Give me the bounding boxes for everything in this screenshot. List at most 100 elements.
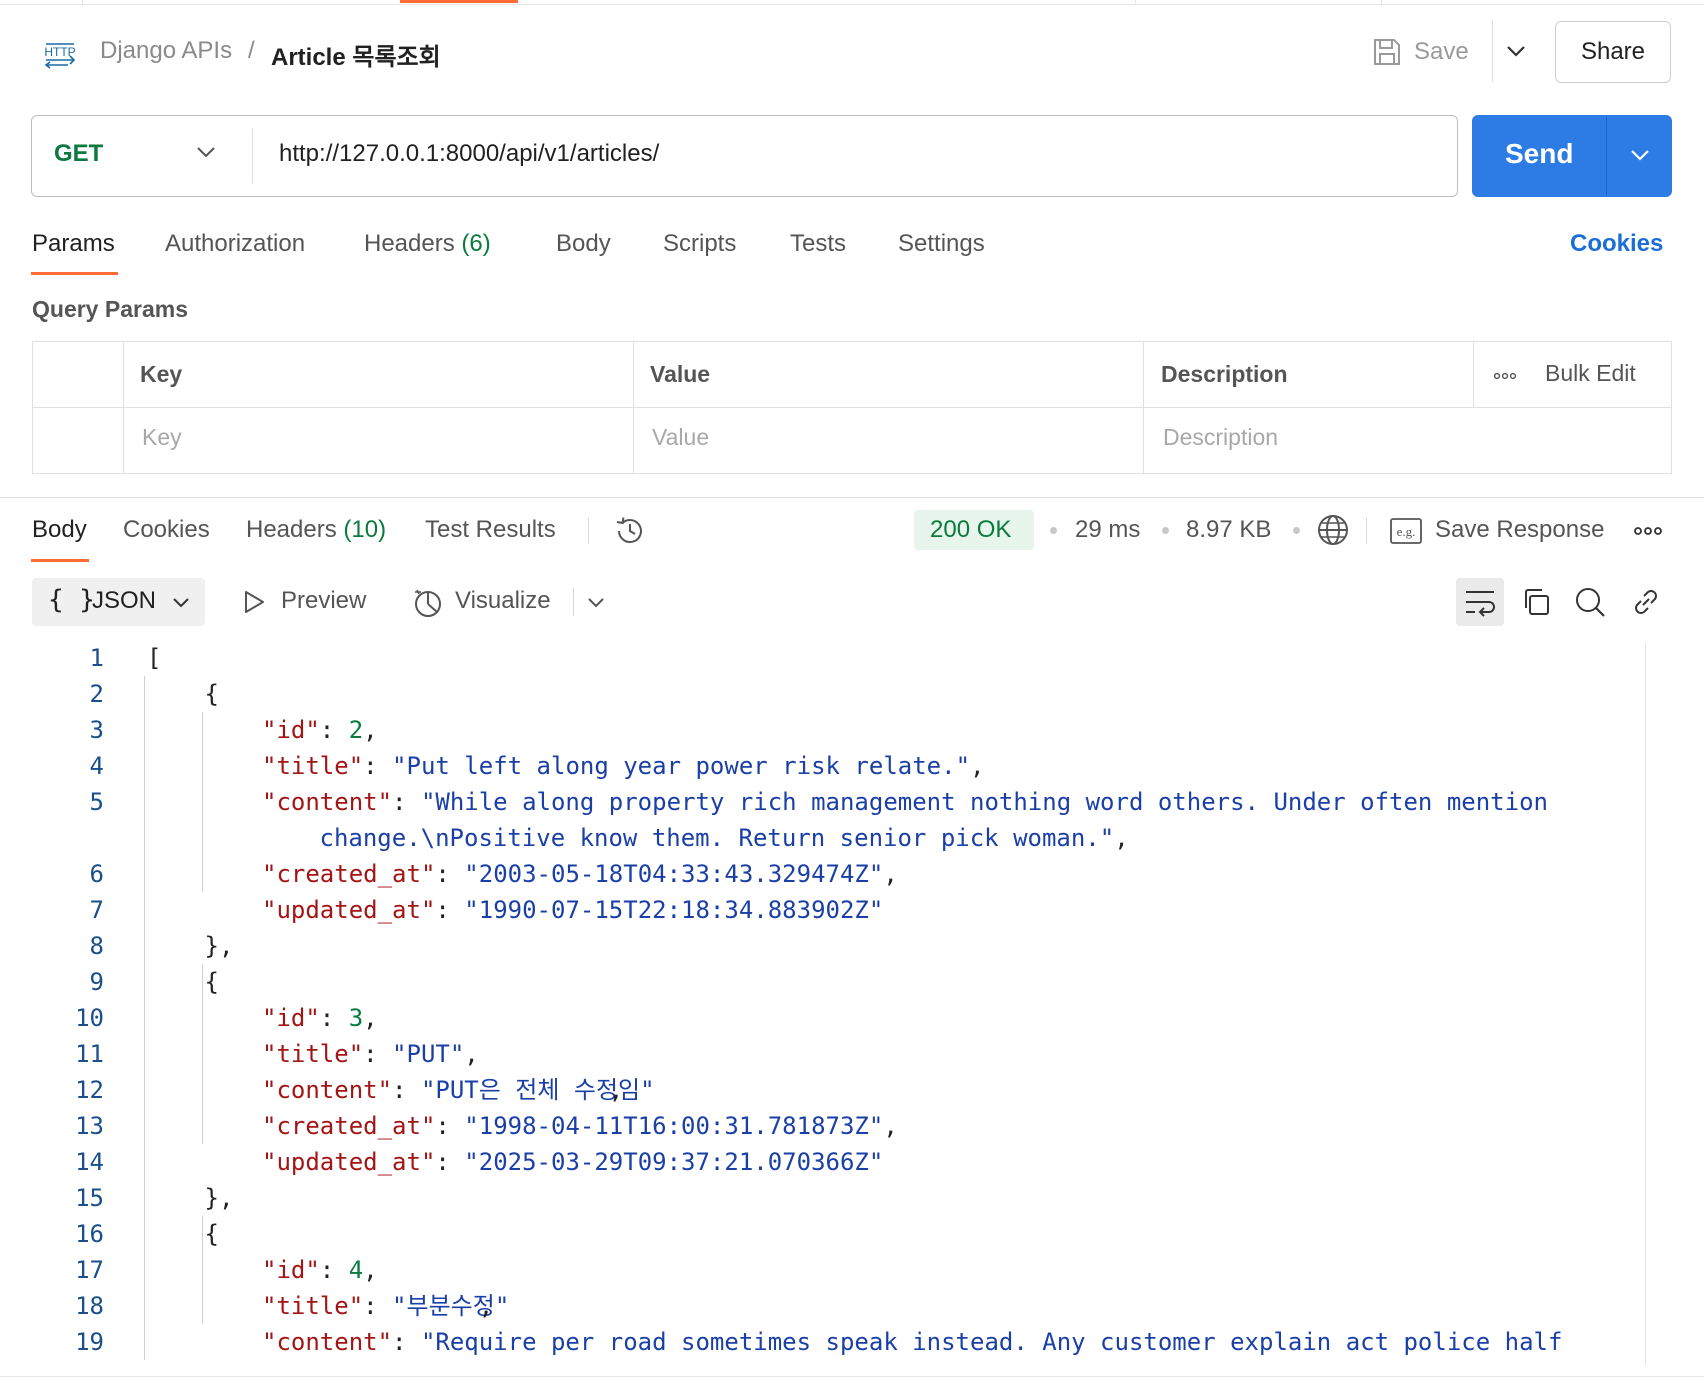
divider — [573, 588, 574, 616]
divider — [1606, 117, 1607, 195]
save-response-button[interactable]: Save Response — [1435, 516, 1604, 544]
globe-icon[interactable] — [1316, 513, 1350, 547]
visualize-button[interactable]: Visualize — [455, 587, 551, 615]
response-time[interactable]: 29 ms — [1075, 516, 1140, 544]
braces-icon: { } — [48, 585, 95, 615]
tab-tests[interactable]: Tests — [790, 230, 846, 258]
line-number: 6 — [89, 860, 104, 888]
chevron-down-icon[interactable] — [1630, 149, 1650, 161]
status-code: 200 OK — [930, 516, 1012, 543]
code-line: 2{ — [0, 676, 1704, 712]
table-divider — [1143, 342, 1144, 473]
url-bar — [31, 115, 1458, 197]
tab-authorization[interactable]: Authorization — [165, 230, 305, 258]
line-number: 8 — [89, 932, 104, 960]
url-input[interactable]: http://127.0.0.1:8000/api/v1/articles/ — [279, 140, 659, 168]
link-icon[interactable] — [1630, 586, 1662, 618]
response-size[interactable]: 8.97 KB — [1186, 516, 1271, 544]
visualize-icon[interactable] — [411, 586, 445, 618]
json-key: "content" — [262, 788, 393, 816]
save-button[interactable]: Save — [1372, 32, 1469, 72]
tab-settings[interactable]: Settings — [898, 230, 985, 258]
preview-button[interactable]: Preview — [281, 587, 366, 615]
breadcrumb-separator: / — [248, 37, 255, 64]
search-icon[interactable] — [1574, 586, 1606, 618]
code-line: 8}, — [0, 928, 1704, 964]
code-line: 12 "content": "PUT은 전체 수정임", — [0, 1072, 1704, 1108]
response-tab-cookies[interactable]: Cookies — [123, 516, 210, 544]
cookies-link[interactable]: Cookies — [1570, 230, 1663, 258]
response-tab-headers-label: Headers — [246, 516, 337, 543]
json-punctuation: , — [464, 1040, 479, 1068]
chevron-down-icon — [1506, 45, 1526, 57]
tab-scripts[interactable]: Scripts — [663, 230, 736, 258]
param-description-input[interactable]: Description — [1163, 424, 1278, 451]
active-tab-underline — [31, 272, 118, 275]
format-label[interactable]: JSON — [92, 587, 156, 615]
more-dots-icon[interactable] — [1634, 526, 1662, 536]
code-line: 13 "created_at": "1998-04-11T16:00:31.781… — [0, 1108, 1704, 1144]
column-header-description: Description — [1161, 361, 1288, 387]
divider — [252, 129, 253, 183]
json-string: "2003-05-18T04:33:43.329474Z" — [464, 860, 884, 888]
json-punctuation: }, — [204, 1184, 234, 1212]
http-icon: HTTP — [40, 38, 80, 70]
json-punctuation: { — [204, 968, 219, 996]
tab-separator — [1135, 0, 1136, 5]
share-button[interactable]: Share — [1555, 21, 1671, 83]
line-number: 7 — [89, 896, 104, 924]
json-punctuation: , — [478, 1292, 494, 1320]
line-number: 4 — [89, 752, 104, 780]
send-label[interactable]: Send — [1505, 138, 1573, 170]
example-icon: e.g. — [1390, 518, 1422, 544]
tab-params[interactable]: Params — [32, 230, 115, 258]
response-tab-test-results[interactable]: Test Results — [425, 516, 556, 544]
table-divider — [33, 407, 1671, 408]
json-number: 2 — [348, 716, 364, 744]
param-key-input[interactable]: Key — [142, 424, 182, 451]
response-tab-headers[interactable]: Headers (10) — [246, 516, 386, 544]
line-number: 19 — [75, 1328, 104, 1356]
line-number: 1 — [89, 644, 104, 672]
headers-count: (6) — [461, 230, 491, 257]
code-line: 5 "content": "While along property rich m… — [0, 784, 1704, 820]
chevron-down-icon[interactable] — [587, 597, 605, 608]
json-key: "updated_at" — [262, 896, 436, 924]
code-line: 9{ — [0, 964, 1704, 1000]
line-number: 18 — [75, 1292, 104, 1320]
request-title[interactable]: Article 목록조회 — [271, 37, 441, 72]
more-dots-icon[interactable] — [1494, 372, 1516, 380]
param-value-input[interactable]: Value — [652, 424, 709, 451]
breadcrumb-parent[interactable]: Django APIs — [100, 37, 232, 65]
line-number: 5 — [89, 788, 104, 816]
tab-separator — [82, 0, 83, 5]
json-punctuation: : — [363, 752, 393, 780]
column-header-value: Value — [650, 361, 711, 387]
method-select[interactable]: GET — [54, 140, 103, 168]
json-string: change.\nPositive know them. Return seni… — [319, 824, 1115, 852]
json-key: "title" — [262, 752, 364, 780]
json-punctuation: : — [363, 1040, 393, 1068]
indent-guide — [202, 1216, 203, 1324]
bulk-edit-button[interactable]: Bulk Edit — [1545, 360, 1636, 387]
wrap-lines-icon[interactable] — [1463, 587, 1497, 617]
line-number: 3 — [89, 716, 104, 744]
response-body-viewer[interactable]: 1[2{3 "id": 2, 4 "title": "Put left along y… — [0, 640, 1704, 1364]
history-icon[interactable] — [613, 514, 647, 548]
chevron-down-icon[interactable] — [196, 146, 216, 158]
play-icon[interactable] — [242, 589, 266, 615]
tab-separator — [1381, 0, 1382, 5]
json-number: 4 — [348, 1256, 364, 1284]
json-number: 3 — [348, 1004, 364, 1032]
tab-body[interactable]: Body — [556, 230, 611, 258]
chevron-down-icon[interactable] — [172, 597, 190, 608]
copy-icon[interactable] — [1520, 586, 1552, 618]
top-tab-strip — [0, 0, 1704, 5]
response-tab-body[interactable]: Body — [32, 516, 87, 544]
scrollbar-track[interactable] — [1645, 644, 1646, 1364]
code-line: 18 "title": "부분수정", — [0, 1288, 1704, 1324]
tab-headers[interactable]: Headers (6) — [364, 230, 491, 258]
table-divider — [633, 342, 634, 473]
json-key: "id" — [262, 1256, 320, 1284]
save-options-button[interactable] — [1492, 20, 1538, 82]
